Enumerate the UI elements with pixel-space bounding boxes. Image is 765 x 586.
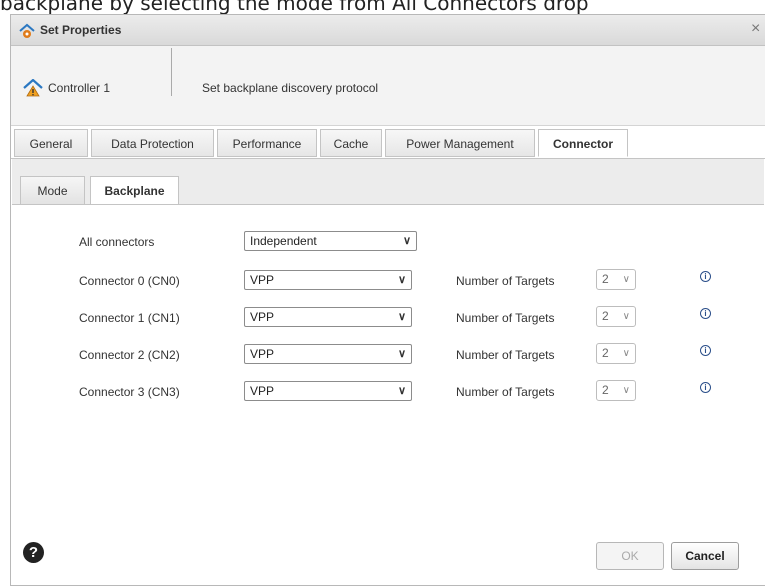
connector-3-label: Connector 3 (CN3) xyxy=(79,385,180,399)
connector-3-mode-value: VPP xyxy=(250,384,275,398)
chevron-down-icon: ∨ xyxy=(622,348,630,359)
connector-2-targets-label: Number of Targets xyxy=(456,348,555,362)
header-divider xyxy=(171,48,172,96)
connector-1-mode-value: VPP xyxy=(250,310,275,324)
connector-1-targets-label: Number of Targets xyxy=(456,311,555,325)
dialog-title: Set Properties xyxy=(40,23,122,37)
backplane-content: All connectors Independent ∨ Connector 0… xyxy=(12,205,764,525)
chevron-down-icon: ∨ xyxy=(397,385,406,397)
main-tabs: General Data Protection Performance Cach… xyxy=(11,126,765,159)
connector-0-targets-label: Number of Targets xyxy=(456,274,555,288)
connector-2-targets-value: 2 xyxy=(602,346,609,360)
connector-2-mode-value: VPP xyxy=(250,347,275,361)
chevron-down-icon: ∨ xyxy=(397,274,406,286)
all-connectors-value: Independent xyxy=(250,234,317,248)
all-connectors-label: All connectors xyxy=(79,235,155,249)
tab-performance[interactable]: Performance xyxy=(217,129,317,157)
connector-0-mode-select[interactable]: VPP ∨ xyxy=(244,270,412,290)
controller-gear-icon xyxy=(19,23,35,38)
tab-data-protection[interactable]: Data Protection xyxy=(91,129,214,157)
controller-header: Controller 1 Set backplane discovery pro… xyxy=(11,46,765,126)
connector-2-label: Connector 2 (CN2) xyxy=(79,348,180,362)
help-icon[interactable]: ? xyxy=(23,542,44,563)
tab-cache[interactable]: Cache xyxy=(320,129,382,157)
info-icon[interactable]: i xyxy=(700,271,711,282)
chevron-down-icon: ∨ xyxy=(397,311,406,323)
page-description: Set backplane discovery protocol xyxy=(202,81,379,95)
connector-2-targets-select[interactable]: 2 ∨ xyxy=(596,343,636,364)
info-icon[interactable]: i xyxy=(700,345,711,356)
ok-button[interactable]: OK xyxy=(596,542,664,570)
tab-power-management[interactable]: Power Management xyxy=(385,129,535,157)
chevron-down-icon: ∨ xyxy=(622,385,630,396)
tab-general[interactable]: General xyxy=(14,129,88,157)
tab-connector[interactable]: Connector xyxy=(538,129,628,157)
chevron-down-icon: ∨ xyxy=(622,311,630,322)
connector-0-targets-select[interactable]: 2 ∨ xyxy=(596,269,636,290)
connector-1-targets-select[interactable]: 2 ∨ xyxy=(596,306,636,327)
info-icon[interactable]: i xyxy=(700,382,711,393)
cancel-button[interactable]: Cancel xyxy=(671,542,739,570)
info-icon[interactable]: i xyxy=(700,308,711,319)
subtab-backplane[interactable]: Backplane xyxy=(90,176,179,206)
controller-icon xyxy=(23,79,43,97)
subtab-mode[interactable]: Mode xyxy=(20,176,85,205)
connector-3-targets-select[interactable]: 2 ∨ xyxy=(596,380,636,401)
connector-3-targets-value: 2 xyxy=(602,383,609,397)
connector-0-label: Connector 0 (CN0) xyxy=(79,274,180,288)
close-icon[interactable]: × xyxy=(751,20,760,38)
dialog-footer: ? OK Cancel xyxy=(11,525,765,585)
connector-0-mode-value: VPP xyxy=(250,273,275,287)
background-text: backplane by selecting the mode from All… xyxy=(0,0,589,15)
connector-1-label: Connector 1 (CN1) xyxy=(79,311,180,325)
connector-1-targets-value: 2 xyxy=(602,309,609,323)
controller-name: Controller 1 xyxy=(48,81,111,95)
connector-1-mode-select[interactable]: VPP ∨ xyxy=(244,307,412,327)
connector-0-targets-value: 2 xyxy=(602,272,609,286)
set-properties-dialog: Set Properties × Controller 1 Set backpl… xyxy=(10,14,765,586)
sub-tabs: Mode Backplane xyxy=(12,159,764,206)
chevron-down-icon: ∨ xyxy=(397,348,406,360)
connector-2-mode-select[interactable]: VPP ∨ xyxy=(244,344,412,364)
all-connectors-select[interactable]: Independent ∨ xyxy=(244,231,417,251)
dialog-titlebar: Set Properties × xyxy=(11,15,765,46)
connector-panel: Mode Backplane All connectors Independen… xyxy=(12,159,764,525)
connector-3-mode-select[interactable]: VPP ∨ xyxy=(244,381,412,401)
chevron-down-icon: ∨ xyxy=(622,274,630,285)
connector-3-targets-label: Number of Targets xyxy=(456,385,555,399)
chevron-down-icon: ∨ xyxy=(402,235,411,247)
